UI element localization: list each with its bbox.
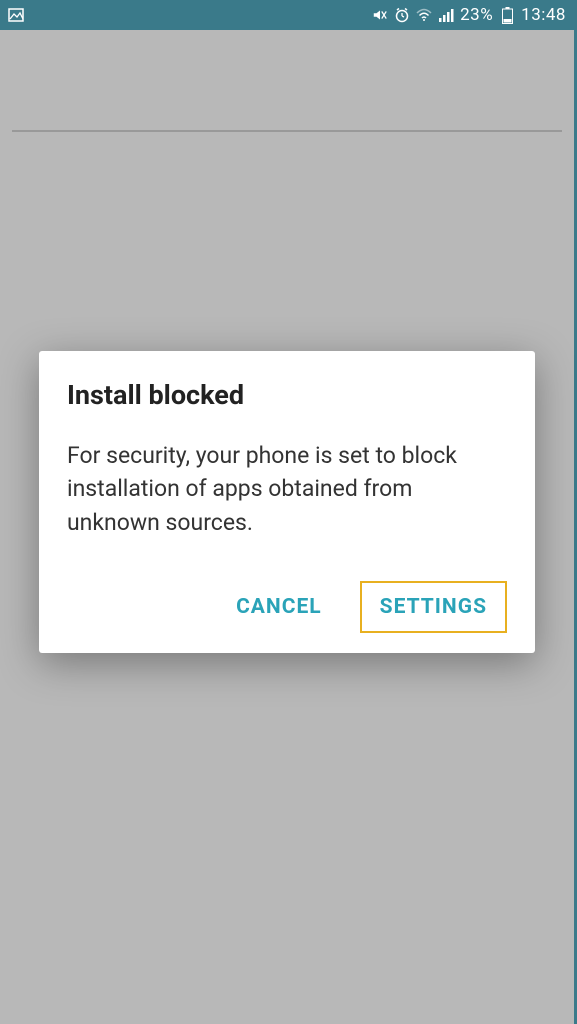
cancel-button[interactable]: CANCEL — [216, 581, 342, 633]
dialog-backdrop: Install blocked For security, your phone… — [0, 0, 574, 1024]
settings-button[interactable]: SETTINGS — [360, 581, 507, 633]
install-blocked-dialog: Install blocked For security, your phone… — [39, 351, 535, 653]
dialog-title: Install blocked — [67, 379, 507, 411]
dialog-message: For security, your phone is set to block… — [67, 439, 507, 539]
dialog-actions: CANCEL SETTINGS — [67, 581, 507, 633]
